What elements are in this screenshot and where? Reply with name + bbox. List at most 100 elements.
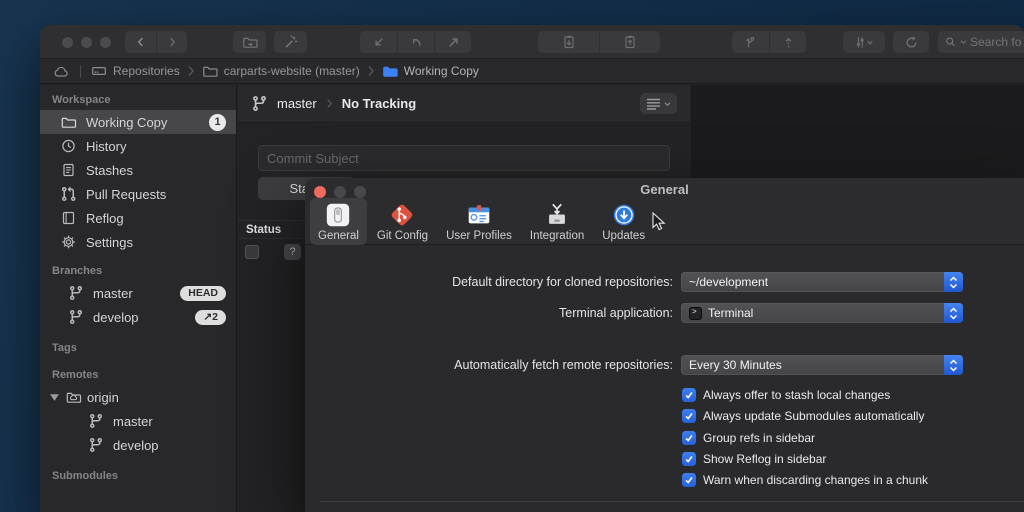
sidebar-item-stashes[interactable]: Stashes bbox=[40, 158, 236, 182]
field-label: Automatically fetch remote repositories: bbox=[305, 358, 673, 372]
traffic-lights bbox=[62, 37, 111, 48]
checkbox-checked-icon bbox=[682, 409, 696, 423]
git-branch-icon bbox=[251, 95, 268, 112]
sidebar-item-remote-origin[interactable]: origin bbox=[40, 385, 236, 409]
breadcrumb-label: Working Copy bbox=[404, 64, 479, 78]
tab-user-profiles[interactable]: User Profiles bbox=[438, 198, 520, 245]
git-branch-icon bbox=[88, 437, 104, 453]
fetch-button[interactable] bbox=[360, 31, 397, 53]
tab-integration[interactable]: Integration bbox=[522, 198, 592, 245]
profile-card-icon bbox=[465, 201, 493, 229]
auto-fetch-interval-select[interactable]: Every 30 Minutes bbox=[681, 355, 963, 375]
filter-icon bbox=[852, 35, 876, 50]
sidebar-item-origin-master[interactable]: master bbox=[40, 409, 236, 433]
sidebar-item-origin-develop[interactable]: develop bbox=[40, 433, 236, 457]
stash-list-icon bbox=[60, 162, 77, 178]
sidebar-item-pull-requests[interactable]: Pull Requests bbox=[40, 182, 236, 206]
sidebar-item-branch-develop[interactable]: develop ↗2 bbox=[40, 305, 236, 329]
repositories-drive-icon bbox=[91, 63, 107, 79]
minimize-window-button[interactable] bbox=[81, 37, 92, 48]
create-branch-button[interactable] bbox=[732, 31, 769, 53]
status-label: Status bbox=[238, 224, 281, 236]
branch-tag-group bbox=[732, 31, 806, 53]
chevron-down-icon bbox=[960, 39, 967, 45]
pull-button[interactable] bbox=[397, 31, 434, 53]
create-tag-button[interactable] bbox=[769, 31, 806, 53]
breadcrumb-working-copy[interactable]: Working Copy bbox=[382, 63, 479, 79]
checkbox-warn-discard-chunk[interactable]: Warn when discarding changes in a chunk bbox=[682, 472, 928, 488]
commit-stash-button[interactable] bbox=[538, 31, 599, 53]
commit-stash-icon bbox=[561, 34, 577, 50]
sync-group bbox=[360, 31, 471, 53]
checkbox-stash-local-changes[interactable]: Always offer to stash local changes bbox=[682, 387, 890, 403]
checkbox-show-reflog[interactable]: Show Reflog in sidebar bbox=[682, 451, 826, 467]
stash-group bbox=[538, 31, 660, 53]
push-icon bbox=[446, 35, 461, 50]
refresh-icon bbox=[904, 35, 919, 50]
open-repo-button[interactable] bbox=[233, 31, 266, 53]
sidebar-section-remotes: Remotes bbox=[52, 369, 236, 383]
sidebar-section-submodules: Submodules bbox=[52, 470, 236, 484]
quick-launch-button[interactable] bbox=[274, 31, 307, 53]
filter-button[interactable] bbox=[843, 31, 885, 53]
git-branch-icon bbox=[68, 309, 84, 325]
push-button[interactable] bbox=[434, 31, 471, 53]
sidebar-item-settings[interactable]: Settings bbox=[40, 230, 236, 254]
terminal-app-icon bbox=[689, 307, 702, 320]
commit-options-button[interactable] bbox=[640, 93, 677, 114]
file-stage-checkbox[interactable] bbox=[245, 245, 259, 259]
file-status-help-button[interactable]: ? bbox=[284, 244, 301, 260]
checkbox-group-refs[interactable]: Group refs in sidebar bbox=[682, 430, 815, 446]
sidebar-item-history[interactable]: History bbox=[40, 134, 236, 158]
working-copy-count-badge: 1 bbox=[209, 114, 226, 131]
back-button[interactable] bbox=[125, 31, 156, 53]
zoom-window-button[interactable] bbox=[100, 37, 111, 48]
tab-git-config[interactable]: Git Config bbox=[369, 198, 436, 245]
sidebar-item-reflog[interactable]: Reflog bbox=[40, 206, 236, 230]
sidebar-item-working-copy[interactable]: Working Copy 1 bbox=[40, 110, 236, 134]
sidebar-section-branches: Branches bbox=[52, 265, 236, 279]
stash-apply-button[interactable] bbox=[599, 31, 660, 53]
close-window-button[interactable] bbox=[62, 37, 73, 48]
forward-button[interactable] bbox=[156, 31, 187, 53]
disclosure-triangle-icon bbox=[49, 392, 60, 402]
git-branch-icon bbox=[68, 285, 84, 301]
field-label: Default directory for cloned repositorie… bbox=[305, 275, 673, 289]
default-directory-select[interactable]: ~/development bbox=[681, 272, 963, 292]
checkbox-checked-icon bbox=[682, 473, 696, 487]
breadcrumb-repositories[interactable]: Repositories bbox=[91, 63, 180, 79]
breadcrumb-repo[interactable]: carparts-website (master) bbox=[202, 63, 360, 79]
sidebar-item-branch-master[interactable]: master HEAD bbox=[40, 281, 236, 305]
checkbox-update-submodules[interactable]: Always update Submodules automatically bbox=[682, 408, 924, 424]
refresh-button[interactable] bbox=[893, 31, 929, 53]
popup-stepper-icon bbox=[944, 303, 963, 323]
repo-folder-icon bbox=[202, 63, 218, 79]
sidebar-section-workspace: Workspace bbox=[52, 94, 236, 108]
fetch-icon bbox=[371, 35, 386, 50]
mouse-cursor-icon bbox=[652, 212, 669, 232]
tab-updates[interactable]: Updates bbox=[594, 198, 653, 245]
gear-icon bbox=[60, 234, 77, 250]
open-repo-icon bbox=[242, 34, 258, 50]
commit-subject-input[interactable] bbox=[258, 145, 670, 171]
breadcrumb-label: carparts-website (master) bbox=[224, 64, 360, 78]
journal-icon bbox=[60, 210, 77, 226]
terminal-application-select[interactable]: Terminal bbox=[681, 303, 963, 323]
checkbox-checked-icon bbox=[682, 452, 696, 466]
tab-general[interactable]: General bbox=[310, 198, 367, 245]
sidebar-section-tags: Tags bbox=[52, 342, 236, 356]
popup-stepper-icon bbox=[944, 355, 963, 375]
nav-group bbox=[125, 31, 187, 53]
branch-status-header: master No Tracking bbox=[238, 85, 690, 123]
chevron-right-icon bbox=[367, 65, 375, 77]
search-input[interactable] bbox=[970, 35, 1024, 49]
back-icon bbox=[134, 35, 148, 49]
tag-icon bbox=[781, 35, 796, 50]
integration-tray-icon bbox=[543, 201, 571, 229]
general-switch-icon bbox=[324, 201, 352, 229]
head-badge: HEAD bbox=[180, 286, 226, 301]
search-field[interactable] bbox=[938, 31, 1024, 53]
chevron-right-icon bbox=[187, 65, 195, 77]
dialog-title: General bbox=[305, 182, 1024, 197]
pull-request-icon bbox=[60, 186, 77, 202]
